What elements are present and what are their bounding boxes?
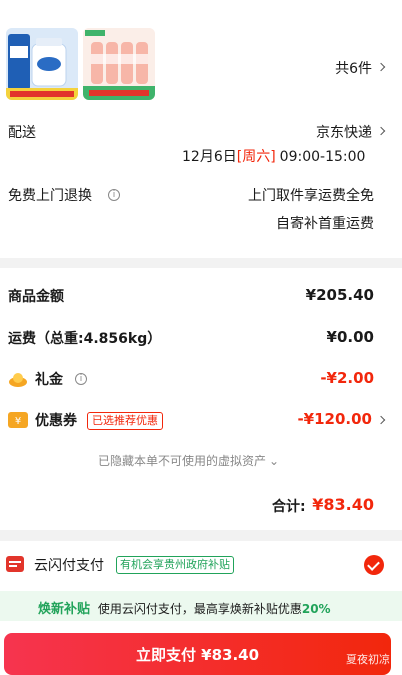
total-label: 合计:: [272, 499, 306, 515]
delivery-label: 配送: [8, 125, 36, 141]
returns-line1: 上门取件享运费全免: [248, 188, 374, 204]
goods-amount-value: ¥205.40: [305, 286, 374, 304]
subsidy-tag: 有机会享贵州政府补贴: [116, 556, 234, 574]
gold-ingot-icon: [9, 373, 27, 387]
gift-value: -¥2.00: [320, 369, 374, 387]
unionpay-icon: [6, 556, 24, 572]
pay-now-button[interactable]: 立即支付 ¥83.40: [4, 633, 391, 675]
corner-note: 夏夜初凉: [346, 653, 390, 666]
shipping-label: 运费（总重:4.856kg）: [8, 331, 162, 347]
shipping-value: ¥0.00: [326, 328, 374, 346]
delivery-date: 12月6日: [182, 149, 237, 165]
promo-text: 焕新补贴 使用云闪付支付，最高享焕新补贴优惠20%: [38, 598, 331, 617]
goods-amount-label: 商品金额: [8, 289, 64, 305]
product-thumbnail-yogurt-bottles[interactable]: [83, 28, 155, 100]
price-summary-card: [0, 268, 402, 530]
svg-text:¥: ¥: [15, 416, 21, 427]
info-icon[interactable]: i: [75, 373, 87, 385]
coupon-selected-tag: 已选推荐优惠: [87, 412, 163, 430]
delivery-timeslot: 09:00-15:00: [279, 149, 366, 165]
yogurt-bottles-image: [83, 28, 155, 100]
delivery-weekday: [周六]: [236, 149, 276, 165]
total-value: ¥83.40: [312, 495, 374, 514]
coupon-label: 优惠券: [35, 413, 77, 429]
chevron-down-icon: ⌄: [269, 454, 280, 468]
milk-bottle-image: [6, 28, 78, 100]
selected-check-icon[interactable]: [364, 555, 384, 575]
delivery-carrier[interactable]: 京东快递: [316, 122, 372, 142]
product-count[interactable]: 共6件: [335, 58, 372, 78]
coupon-icon: ¥: [8, 412, 28, 428]
returns-label: 免费上门退换: [8, 188, 92, 204]
hidden-assets-toggle[interactable]: 已隐藏本单不可使用的虚拟资产 ⌄: [98, 452, 279, 469]
returns-line2: 自寄补首重运费: [276, 216, 374, 232]
promo-title: 焕新补贴: [38, 602, 91, 617]
gift-label: 礼金: [35, 372, 63, 388]
promo-body: 使用云闪付支付，最高享焕新补贴优惠: [97, 602, 302, 616]
product-thumbnail-milk-bottle[interactable]: [6, 28, 78, 100]
hidden-assets-text: 已隐藏本单不可使用的虚拟资产: [98, 454, 267, 468]
delivery-time[interactable]: 12月6日[周六] 09:00-15:00: [182, 146, 365, 166]
info-icon[interactable]: i: [108, 189, 120, 201]
coupon-value[interactable]: -¥120.00: [297, 410, 372, 428]
payment-method-label: 云闪付支付: [34, 558, 104, 574]
promo-percent: 20%: [301, 602, 331, 616]
